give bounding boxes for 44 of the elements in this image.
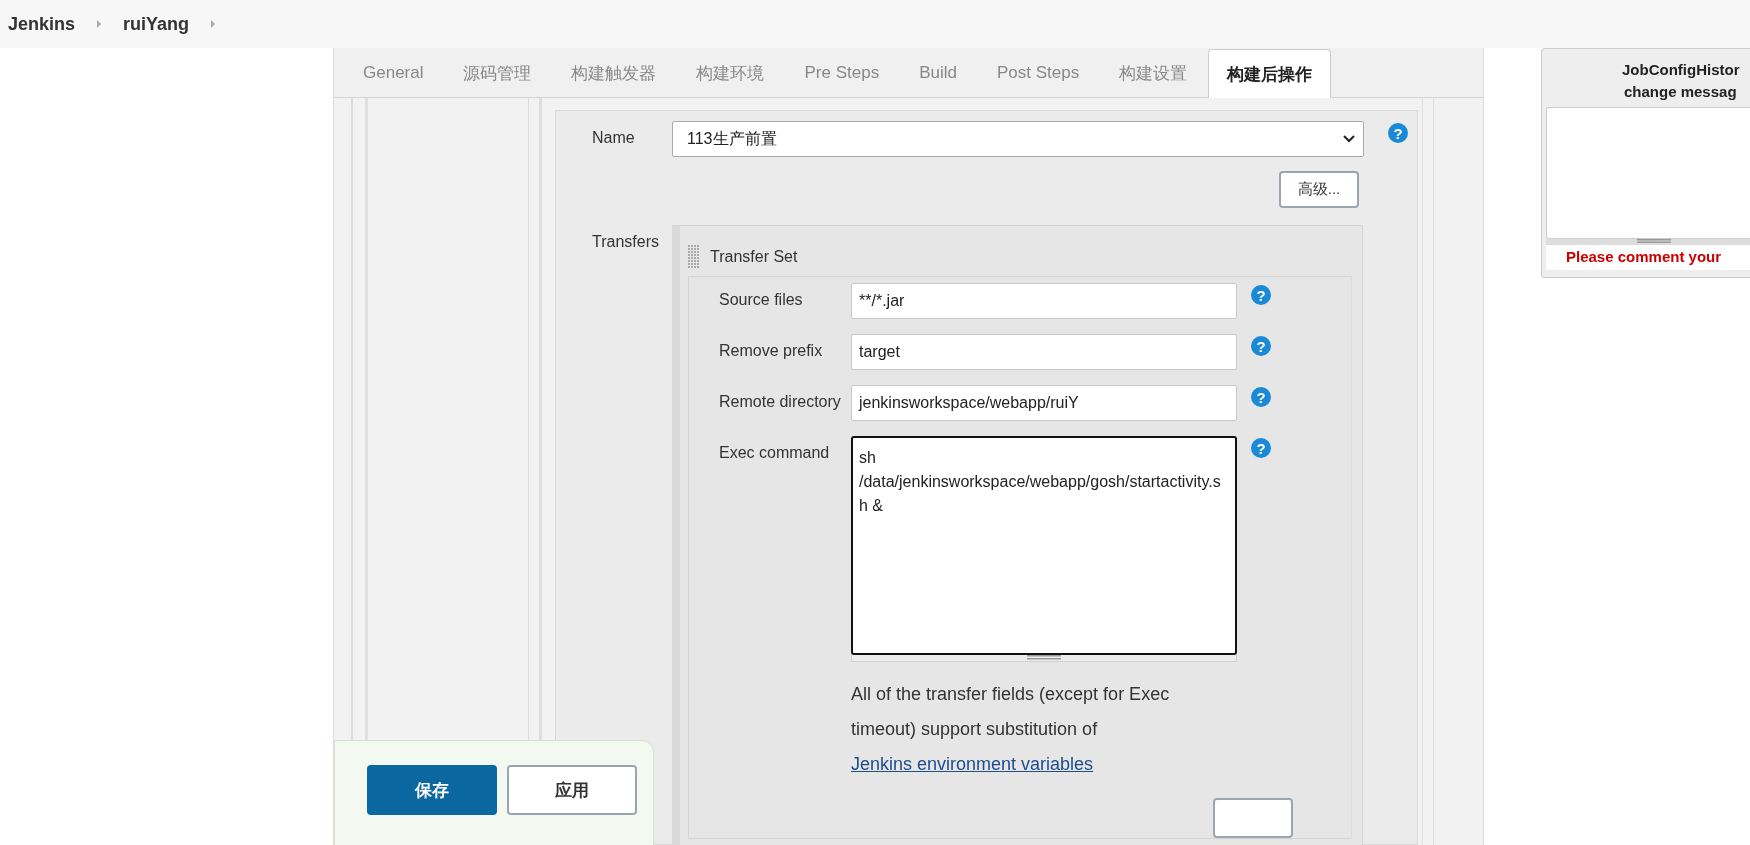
field-label: Remove prefix: [718, 341, 824, 360]
input-field[interactable]: jenkinsworkspace/webapp/ruiY: [851, 385, 1237, 421]
tab[interactable]: 源码管理: [444, 48, 551, 97]
panel-title: JobConfigHistor: [1621, 60, 1741, 80]
help-icon[interactable]: ?: [1251, 285, 1271, 305]
tab[interactable]: Build: [900, 48, 976, 97]
chevron-icon: [95, 19, 104, 29]
help-text: All of the transfer fields (except for Exec timeout) support substitution of Jenkins environment variables: [851, 683, 1171, 776]
environment-variables-link[interactable]: Jenkins environment variables: [851, 754, 1094, 774]
breadcrumb-link[interactable]: ruiYang: [123, 13, 190, 35]
drag-handle-icon[interactable]: [688, 244, 700, 270]
tab[interactable]: 构建触发器: [552, 48, 676, 97]
tab[interactable]: Pre Steps: [785, 48, 899, 97]
save-button[interactable]: 保存: [367, 765, 497, 815]
resize-handle-icon[interactable]: [1636, 239, 1671, 243]
chevron-icon: [209, 19, 218, 29]
tab[interactable]: 构建环境: [677, 48, 784, 97]
apply-button[interactable]: 应用: [507, 765, 637, 815]
field-label: Source files: [718, 290, 804, 309]
breadcrumb-link[interactable]: Jenkins: [8, 13, 76, 35]
tab[interactable]: General: [344, 48, 443, 97]
exec-command-field[interactable]: sh /data/jenkinsworkspace/webapp/gosh/startactivity.sh &: [851, 436, 1237, 655]
tab[interactable]: Post Steps: [977, 48, 1099, 97]
resize-handle-icon[interactable]: [1027, 655, 1061, 660]
field-label: Name: [591, 128, 636, 147]
field-label: Transfers: [591, 232, 660, 251]
input-field[interactable]: target: [851, 334, 1237, 370]
section-title: Transfer Set: [710, 248, 798, 266]
tab[interactable]: 构建设置: [1100, 48, 1207, 97]
advanced-button[interactable]: [1213, 798, 1293, 838]
tab[interactable]: 构建后操作: [1208, 49, 1332, 98]
name-select[interactable]: 113生产前置: [672, 121, 1364, 157]
field-label: Exec command: [718, 443, 831, 462]
panel-title: change messag: [1623, 82, 1738, 102]
change-message-field[interactable]: [1546, 107, 1750, 239]
help-icon[interactable]: ?: [1388, 123, 1408, 143]
advanced-button[interactable]: 高级...: [1279, 171, 1359, 208]
help-icon[interactable]: ?: [1251, 438, 1271, 458]
warning-text: Please comment your: [1546, 245, 1750, 270]
field-label: Remote directory: [718, 392, 842, 411]
chevron-down-icon: [1343, 135, 1355, 143]
help-icon[interactable]: ?: [1251, 387, 1271, 407]
input-field[interactable]: **/*.jar: [851, 283, 1237, 319]
help-icon[interactable]: ?: [1251, 336, 1271, 356]
